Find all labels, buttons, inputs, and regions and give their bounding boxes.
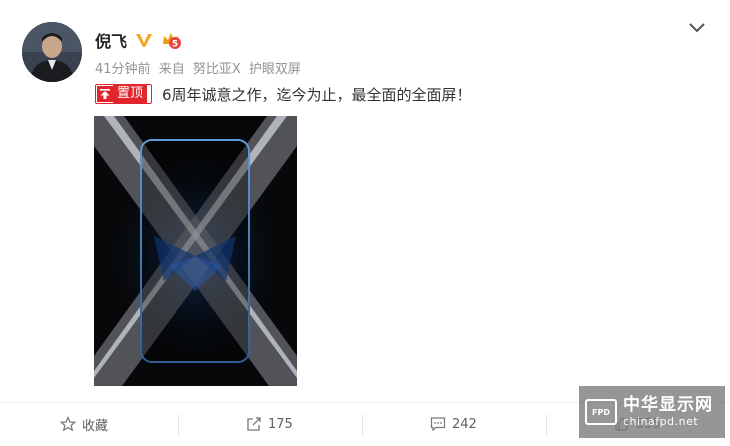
repost-count: 175 — [268, 416, 293, 432]
repost-button[interactable]: 175 — [246, 408, 293, 440]
pin-top-icon — [97, 86, 113, 102]
member-level-badge-icon: 5 — [163, 33, 181, 50]
post-text: 6周年诚意之作，迄今为止，最全面的全面屏！ — [162, 86, 472, 104]
chevron-down-icon[interactable] — [687, 20, 707, 36]
share-icon — [247, 417, 261, 431]
source-device[interactable]: 努比亚X — [193, 62, 241, 77]
post-time[interactable]: 41分钟前 — [95, 62, 151, 77]
pinned-label: 置顶 — [113, 85, 148, 103]
verified-v-icon — [136, 34, 152, 47]
source-prefix: 来自 — [158, 62, 185, 77]
star-icon — [60, 416, 76, 432]
pinned-tag: 置顶 — [95, 84, 153, 104]
username[interactable]: 倪飞 — [95, 28, 127, 52]
action-separator — [178, 414, 179, 436]
comment-icon — [430, 417, 446, 432]
svg-text:5: 5 — [172, 40, 178, 50]
favorite-label: 收藏 — [82, 418, 109, 434]
fpd-logo-icon: FPD — [585, 399, 617, 425]
post-meta: 41分钟前 来自 努比亚X 护眼双屏 — [95, 58, 305, 77]
comment-count: 242 — [452, 416, 477, 432]
source-feature[interactable]: 护眼双屏 — [249, 62, 301, 77]
action-separator — [546, 414, 547, 436]
action-separator — [362, 414, 363, 436]
site-watermark: FPD 中华显示网 chinafpd.net — [579, 386, 725, 438]
post-image[interactable] — [94, 116, 297, 386]
watermark-site-name: 中华显示网 — [623, 395, 713, 415]
comment-button[interactable]: 242 — [430, 408, 477, 440]
watermark-url: chinafpd.net — [623, 415, 699, 428]
favorite-button[interactable]: 收藏 — [60, 408, 108, 440]
avatar[interactable] — [22, 22, 82, 82]
